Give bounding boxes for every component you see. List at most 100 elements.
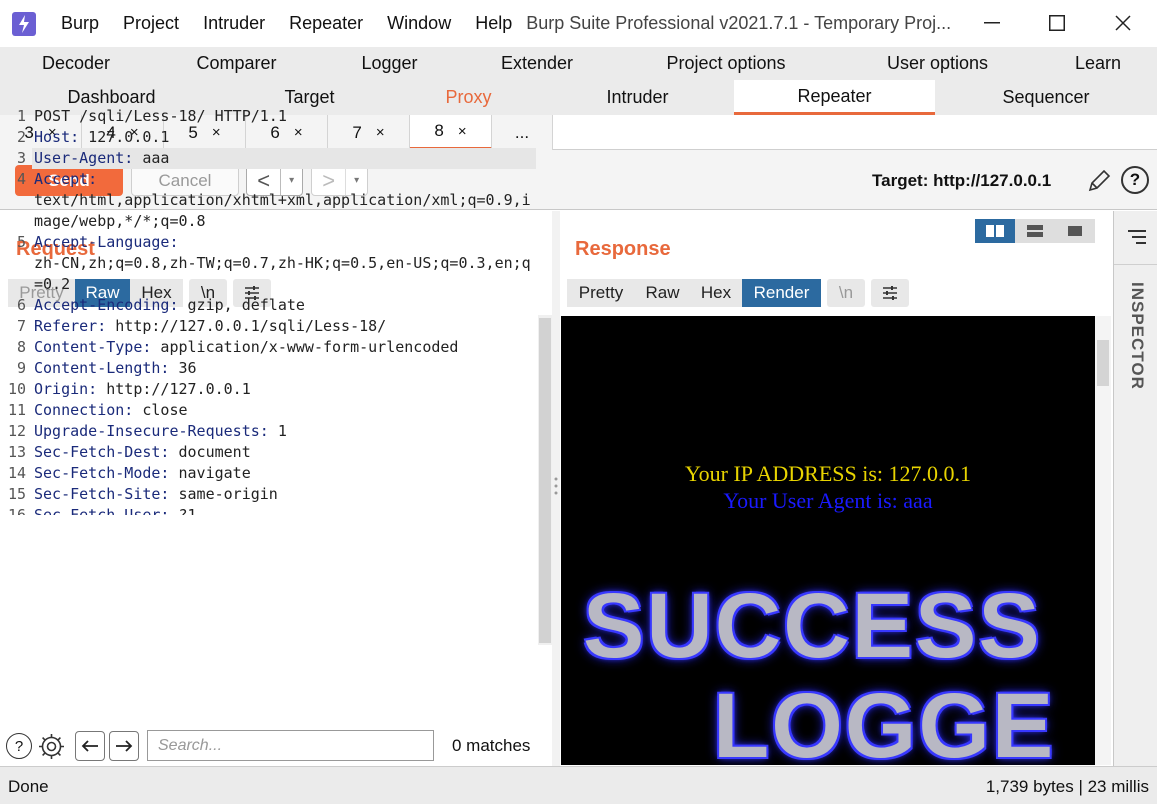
burp-logo-icon[interactable] [12,11,36,36]
status-bar: Done 1,739 bytes | 23 millis [0,766,1157,804]
line-number: 6 [16,296,26,314]
response-scrollbar-thumb[interactable] [1097,340,1109,386]
request-line: Accept-Language: [34,233,179,251]
single-pane-icon[interactable] [1055,219,1095,243]
previous-match-button[interactable] [75,731,105,761]
tab-intruder[interactable]: Intruder [541,80,734,115]
response-view-raw[interactable]: Raw [635,279,690,307]
header-value: 36 [169,359,197,377]
response-view-pretty[interactable]: Pretty [567,279,635,307]
request-line: Upgrade-Insecure-Requests: 1 [34,422,287,440]
menu-project[interactable]: Project [123,13,179,34]
response-view-render[interactable]: Render [742,279,821,307]
request-line: Connection: close [34,401,188,419]
tab-extender[interactable]: Extender [458,47,616,80]
search-input[interactable] [147,730,434,761]
tab-sequencer[interactable]: Sequencer [935,80,1157,115]
header-value: aaa [133,149,170,167]
header-value: 1 [268,422,287,440]
request-line: Host: 127.0.0.1 [34,128,169,146]
pane-splitter[interactable] [552,211,560,766]
request-line: text/html,application/xhtml+xml,applicat… [34,191,531,209]
menu-intruder[interactable]: Intruder [203,13,265,34]
header-name: Content-Length: [34,359,170,377]
line-number: 15 [8,485,27,503]
line-number: 12 [8,422,27,440]
menu-repeater[interactable]: Repeater [289,13,363,34]
divider [1114,264,1157,265]
header-name: Accept-Encoding: [34,296,179,314]
inspector-label[interactable]: INSPECTOR [1127,282,1147,390]
tab-comparer[interactable]: Comparer [152,47,321,80]
request-line: Content-Type: application/x-www-form-url… [34,338,458,356]
header-value: same-origin [169,485,278,503]
menu-burp[interactable]: Burp [61,13,99,34]
line-number: 9 [16,359,26,377]
request-editor[interactable]: 1 POST /sqli/Less-18/ HTTP/1.1 2 Host: 127.… [8,105,552,515]
header-name: Sec-Fetch-Dest: [34,443,170,461]
tab-decoder[interactable]: Decoder [0,47,152,80]
header-value: navigate [169,464,251,482]
header-value: ?1 [169,506,197,515]
tab-logger[interactable]: Logger [321,47,458,80]
line-number: 3 [16,149,26,167]
success-banner-line-1: SUCCESS [583,575,1042,677]
header-name: Connection: [34,401,134,419]
next-match-button[interactable] [109,731,139,761]
target-label: Target: http://127.0.0.1 [872,171,1052,190]
menu-help[interactable]: Help [475,13,512,34]
minimize-icon[interactable] [977,8,1007,38]
response-options-icon[interactable] [871,279,909,307]
inspector-menu-icon[interactable] [1127,229,1147,245]
request-line: Accept-Encoding: gzip, deflate [34,296,305,314]
pencil-icon[interactable] [1086,168,1112,199]
request-line: User-Agent: aaa [34,149,169,167]
header-name: Content-Type: [34,338,152,356]
request-line: Sec-Fetch-Dest: document [34,443,251,461]
rendered-response: Your IP ADDRESS is: 127.0.0.1 Your User … [561,316,1095,765]
line-number: 13 [8,443,27,461]
arrow-right-icon [116,740,133,752]
split-rows-icon[interactable] [1015,219,1055,243]
header-name: Sec-Fetch-User: [34,506,170,515]
menu-window[interactable]: Window [387,13,451,34]
header-value: =0.2 [34,275,71,293]
line-number: 7 [16,317,26,335]
layout-toggle [975,219,1095,243]
split-columns-icon[interactable] [975,219,1015,243]
request-line: Accept: [34,170,97,188]
menu-bar: Burp Project Intruder Repeater Window He… [61,13,526,34]
response-view-hex[interactable]: Hex [690,279,742,307]
help-icon[interactable]: ? [6,733,32,759]
line-number: 1 [16,107,26,125]
tab-repeater[interactable]: Repeater [734,80,935,115]
line-number: 10 [8,380,27,398]
help-icon[interactable]: ? [1121,166,1149,194]
header-name: User-Agent: [34,149,134,167]
request-line: POST /sqli/Less-18/ HTTP/1.1 [34,107,287,125]
request-line: Referer: http://127.0.0.1/sqli/Less-18/ [34,317,386,335]
response-title: Response [575,238,671,260]
header-name: Accept-Language: [34,233,179,251]
tab-learn[interactable]: Learn [1039,47,1157,80]
response-newline-toggle[interactable]: \n [827,279,865,307]
header-name: Host: [34,128,80,146]
header-value: zh-CN,zh;q=0.8,zh-TW;q=0.7,zh-HK;q=0.5,e… [34,254,531,272]
gear-icon[interactable] [37,732,66,766]
close-window-icon[interactable] [1108,8,1138,38]
header-name: Accept: [34,170,98,188]
header-name: Sec-Fetch-Site: [34,485,170,503]
header-value: http://127.0.0.1 [97,380,251,398]
line-number: 4 [16,170,26,188]
tab-project-options[interactable]: Project options [616,47,836,80]
maximize-icon[interactable] [1042,8,1072,38]
header-value: POST /sqli/Less-18/ HTTP/1.1 [34,107,287,125]
tab-user-options[interactable]: User options [836,47,1039,80]
header-value: mage/webp,*/*;q=0.8 [34,212,206,230]
header-name: Sec-Fetch-Mode: [34,464,170,482]
request-line: Sec-Fetch-Mode: navigate [34,464,251,482]
response-stats: 1,739 bytes | 23 millis [985,777,1149,796]
line-number: 2 [16,128,26,146]
request-line: Sec-Fetch-User: ?1 [34,506,197,515]
request-scrollbar-thumb[interactable] [539,318,551,643]
